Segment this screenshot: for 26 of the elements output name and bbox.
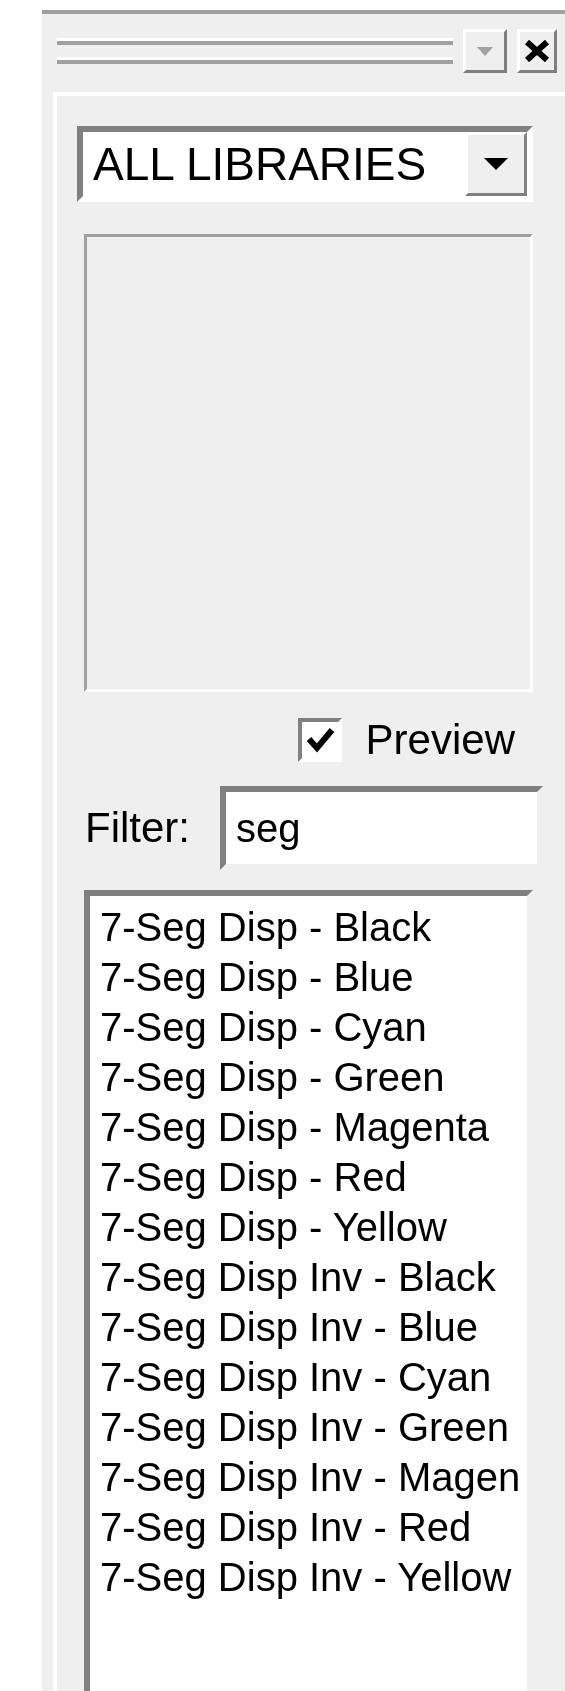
preview-checkbox[interactable]: [297, 718, 342, 762]
list-item[interactable]: 7-Seg Disp - Blue: [100, 952, 414, 1002]
list-item[interactable]: 7-Seg Disp - Green: [100, 1052, 445, 1102]
list-item[interactable]: 7-Seg Disp Inv - Yellow: [100, 1552, 512, 1602]
list-item[interactable]: 7-Seg Disp - Black: [100, 902, 432, 952]
list-item[interactable]: 7-Seg Disp Inv - Black: [100, 1252, 496, 1302]
close-icon: [524, 40, 550, 62]
list-item[interactable]: 7-Seg Disp Inv - Blue: [100, 1302, 478, 1352]
caret-icon: [482, 157, 510, 171]
list-item[interactable]: 7-Seg Disp - Magenta: [100, 1102, 490, 1152]
filter-label: Filter:: [85, 804, 190, 852]
dropdown-button[interactable]: [463, 29, 507, 73]
caret-icon: [475, 45, 495, 57]
check-icon: [304, 725, 335, 755]
drag-grip[interactable]: [57, 38, 453, 64]
preview-label: Preview: [365, 716, 515, 764]
list-item[interactable]: 7-Seg Disp Inv - Red: [100, 1502, 472, 1552]
filter-field[interactable]: seg: [220, 786, 543, 870]
list-item[interactable]: 7-Seg Disp Inv - Cyan: [100, 1352, 492, 1402]
list-item[interactable]: 7-Seg Disp Inv - Magen: [100, 1452, 521, 1502]
list-item[interactable]: 7-Seg Disp - Red: [100, 1152, 407, 1202]
list-item[interactable]: 7-Seg Disp Inv - Green: [100, 1402, 510, 1452]
list-item[interactable]: 7-Seg Disp - Cyan: [100, 1002, 427, 1052]
close-button[interactable]: [517, 29, 557, 73]
list-item[interactable]: 7-Seg Disp - Yellow: [100, 1202, 447, 1252]
library-select[interactable]: ALL LIBRARIES: [77, 126, 533, 202]
